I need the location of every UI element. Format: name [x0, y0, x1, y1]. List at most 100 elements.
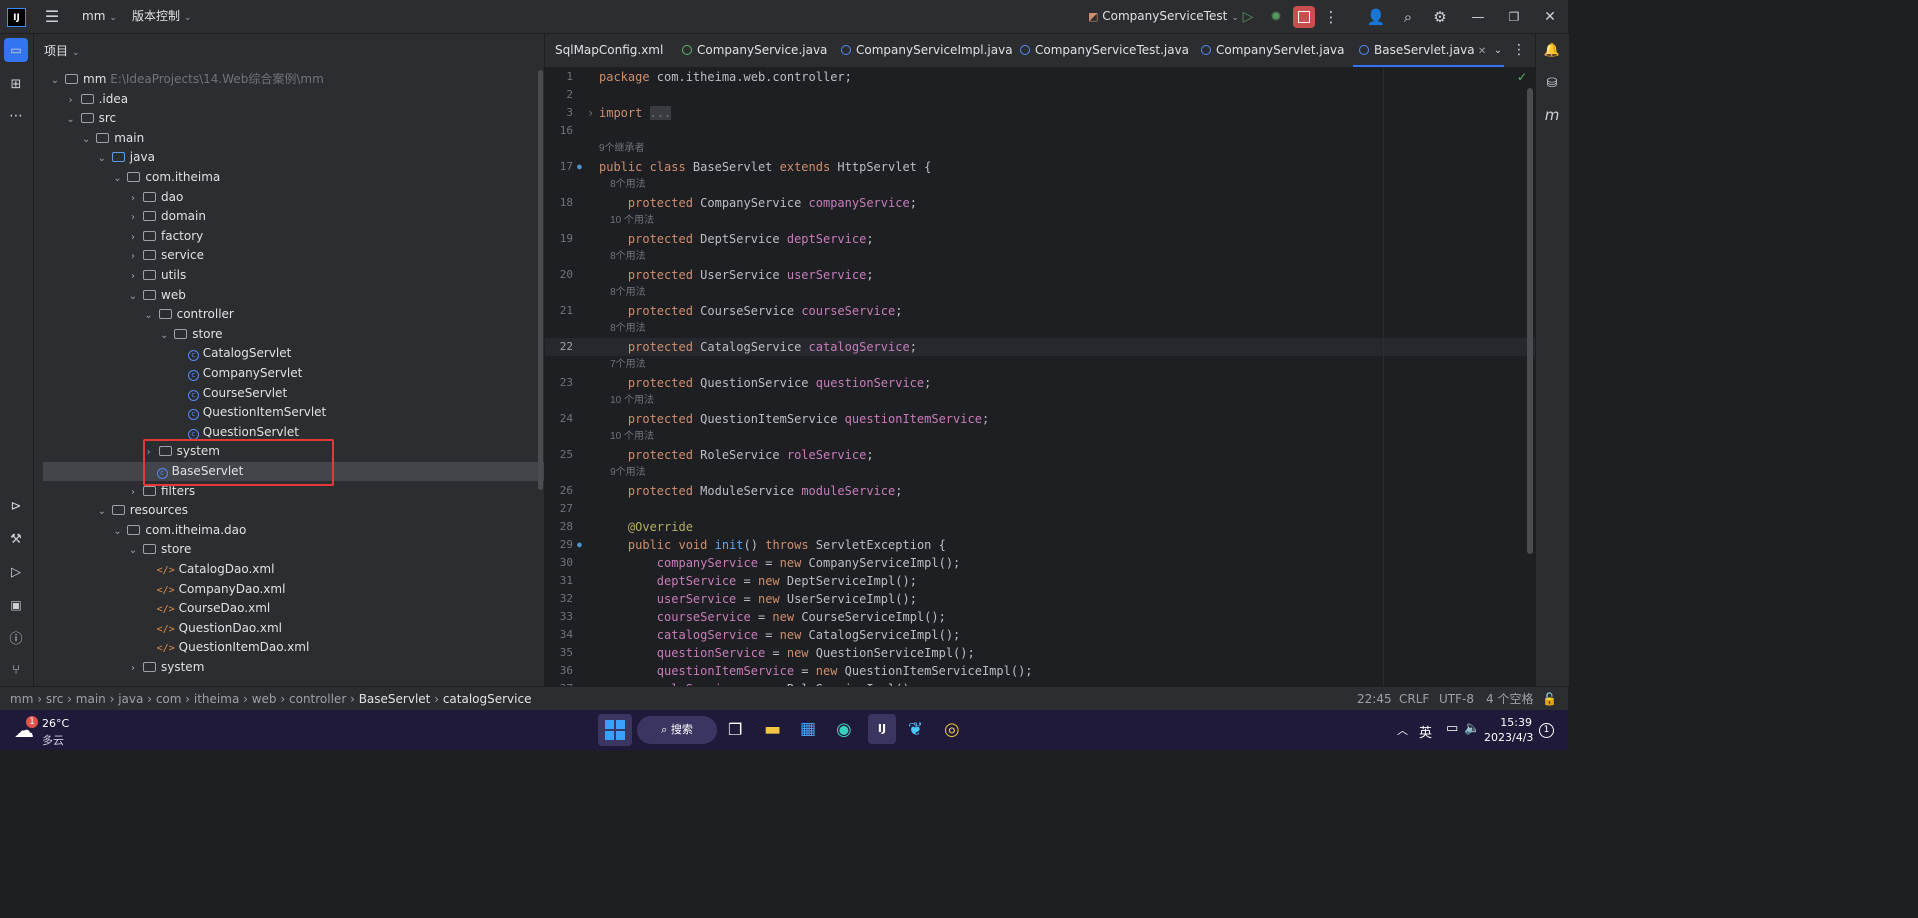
tree-node[interactable]: ⌄ controller — [43, 305, 544, 325]
edge-icon[interactable]: ◉ — [836, 719, 852, 740]
usage-hint-line[interactable]: 9个继承者 — [545, 140, 1535, 158]
code-line[interactable]: 24 protected QuestionItemService questio… — [545, 410, 1535, 428]
code-line[interactable]: 36 questionItemService = new QuestionIte… — [545, 662, 1535, 680]
debug-icon[interactable]: ✹ — [1266, 7, 1286, 27]
maven-icon[interactable]: m — [1541, 104, 1563, 126]
readonly-lock-icon[interactable]: 🔓 — [1542, 687, 1557, 711]
chevron-down-icon[interactable]: ⌄ — [143, 306, 155, 325]
add-user-icon[interactable]: 👤 — [1366, 7, 1386, 27]
code-line[interactable]: 20 protected UserService userService; — [545, 266, 1535, 284]
usage-hint-line[interactable]: 8个用法 — [545, 248, 1535, 266]
file-explorer-icon[interactable]: ▬ — [764, 719, 781, 740]
chevron-right-icon[interactable]: › — [127, 659, 139, 678]
chevron-down-icon[interactable]: ⌄ — [80, 130, 92, 149]
tree-node[interactable]: › dao — [43, 188, 544, 208]
problems-icon[interactable]: ⓘ — [4, 625, 28, 649]
chevron-right-icon[interactable]: › — [127, 247, 139, 266]
tree-node[interactable]: › service — [43, 246, 544, 266]
tree-node[interactable]: </> CompanyDao.xml — [43, 580, 544, 599]
editor-tab[interactable]: CompanyService.java — [682, 34, 827, 67]
usage-hint[interactable]: 9个用法 — [599, 464, 646, 482]
tree-node[interactable]: ⌄ com.itheima.dao — [43, 521, 544, 541]
chevron-down-icon[interactable]: ⌄ — [49, 71, 61, 90]
chevron-right-icon[interactable]: › — [127, 228, 139, 247]
code-line[interactable]: 26 protected ModuleService moduleService… — [545, 482, 1535, 500]
chevron-right-icon[interactable]: › — [127, 189, 139, 208]
settings-gear-icon[interactable]: ⚙ — [1430, 7, 1450, 27]
chevron-down-icon[interactable]: ⌄ — [158, 326, 170, 345]
more-actions-icon[interactable]: ⋮ — [1322, 7, 1340, 27]
editor-tab[interactable]: CompanyServlet.java — [1201, 34, 1345, 67]
usage-hint[interactable]: 10 个用法 — [599, 392, 654, 410]
code-line[interactable]: 30 companyService = new CompanyServiceIm… — [545, 554, 1535, 572]
usage-hint[interactable]: 10 个用法 — [599, 212, 654, 230]
more-tools-icon[interactable]: ⋯ — [4, 104, 28, 128]
code-line[interactable]: 16 — [545, 122, 1535, 140]
app-icon[interactable]: ❦ — [908, 719, 923, 740]
run-icon[interactable]: ▷ — [1238, 7, 1258, 27]
breadcrumb-item[interactable]: com — [156, 692, 182, 706]
tree-node[interactable]: ⌄ store — [43, 325, 544, 345]
usage-hint[interactable]: 8个用法 — [599, 176, 646, 194]
code-line[interactable]: 23 protected QuestionService questionSer… — [545, 374, 1535, 392]
chevron-down-icon[interactable]: ⌄ — [127, 541, 139, 560]
usage-hint-line[interactable]: 10 个用法 — [545, 392, 1535, 410]
tree-node[interactable]: ⌄ src — [43, 109, 544, 129]
run-tool-icon[interactable]: ▷ — [4, 560, 28, 584]
notifications-icon[interactable]: 🔔 — [1541, 39, 1563, 61]
chevron-right-icon[interactable]: › — [127, 267, 139, 286]
close-icon[interactable]: ✕ — [1540, 7, 1560, 27]
code-line[interactable]: 25 protected RoleService roleService; — [545, 446, 1535, 464]
intellij-taskbar-icon[interactable]: IJ — [868, 714, 896, 744]
structure-tool-icon[interactable]: ⊞ — [4, 72, 28, 96]
code-line[interactable]: 17 public class BaseServlet extends HttpS… — [545, 158, 1535, 176]
services-icon[interactable]: ⊳ — [4, 494, 28, 518]
editor-tab[interactable]: CompanyServiceTest.java — [1020, 34, 1189, 67]
chevron-right-icon[interactable]: › — [65, 91, 77, 110]
volume-icon[interactable]: 🔈 — [1464, 721, 1480, 736]
breadcrumb-item[interactable]: java — [118, 692, 143, 706]
usage-hint-line[interactable]: 7个用法 — [545, 356, 1535, 374]
minimize-icon[interactable]: — — [1468, 7, 1488, 27]
usage-hint[interactable]: 8个用法 — [599, 248, 646, 266]
fold-chevron-icon[interactable]: › — [587, 104, 594, 122]
tree-node[interactable]: </> CourseDao.xml — [43, 599, 544, 618]
breadcrumb-item[interactable]: mm — [10, 692, 33, 706]
chevron-right-icon[interactable]: › — [127, 208, 139, 227]
chrome-icon[interactable]: ◎ — [944, 719, 960, 740]
editor-tab[interactable]: SqlMapConfig.xml — [555, 34, 663, 67]
tabs-more-icon[interactable]: ⋮ — [1511, 42, 1527, 58]
code-line[interactable]: 29 public void init() throws ServletExce… — [545, 536, 1535, 554]
code-line[interactable]: 2 — [545, 86, 1535, 104]
tree-node[interactable]: ⌄ web — [43, 286, 544, 305]
code-line[interactable]: 18 protected CompanyService companyServi… — [545, 194, 1535, 212]
chevron-down-icon[interactable]: ⌄ — [65, 110, 77, 129]
usage-hint-line[interactable]: 10 个用法 — [545, 428, 1535, 446]
chevron-down-icon[interactable]: ⌄ — [96, 149, 108, 168]
ime-indicator[interactable]: 英 — [1419, 722, 1432, 741]
tabs-dropdown-icon[interactable]: ⌄ — [1490, 42, 1506, 58]
code-line[interactable]: 1 package com.itheima.web.controller; — [545, 68, 1535, 86]
tree-node[interactable]: c CatalogServlet — [43, 344, 544, 363]
tree-node[interactable]: c CourseServlet — [43, 384, 544, 403]
usage-hint-line[interactable]: 8个用法 — [545, 176, 1535, 194]
code-line[interactable]: 27 — [545, 500, 1535, 518]
chevron-right-icon[interactable]: › — [127, 483, 139, 502]
tree-node[interactable]: › system — [43, 658, 544, 678]
close-tab-icon[interactable]: ✕ — [1475, 46, 1486, 57]
code-editor[interactable]: 1 package com.itheima.web.controller; 2 3 im… — [545, 68, 1535, 686]
code-line[interactable]: 22 protected CatalogService catalogServi… — [545, 338, 1535, 356]
tree-node[interactable]: ⌄ mm E:\IdeaProjects\14.Web综合案例\mm — [43, 70, 541, 89]
tree-node[interactable]: › utils — [43, 266, 544, 286]
task-view-icon[interactable]: ❐ — [728, 720, 742, 739]
breadcrumb-item[interactable]: controller — [289, 692, 346, 706]
database-icon[interactable]: ⛁ — [1541, 72, 1563, 94]
network-icon[interactable]: ▭ — [1446, 721, 1458, 736]
code-line[interactable]: 3 import ... › — [545, 104, 1535, 122]
chevron-down-icon[interactable]: ⌄ — [111, 169, 123, 188]
chevron-down-icon[interactable]: ⌄ — [111, 522, 123, 541]
code-line[interactable]: 21 protected CourseService courseService… — [545, 302, 1535, 320]
usage-hint[interactable]: 9个继承者 — [599, 140, 645, 158]
indent-setting[interactable]: 4 个空格 — [1486, 687, 1533, 711]
start-button[interactable] — [598, 714, 632, 746]
